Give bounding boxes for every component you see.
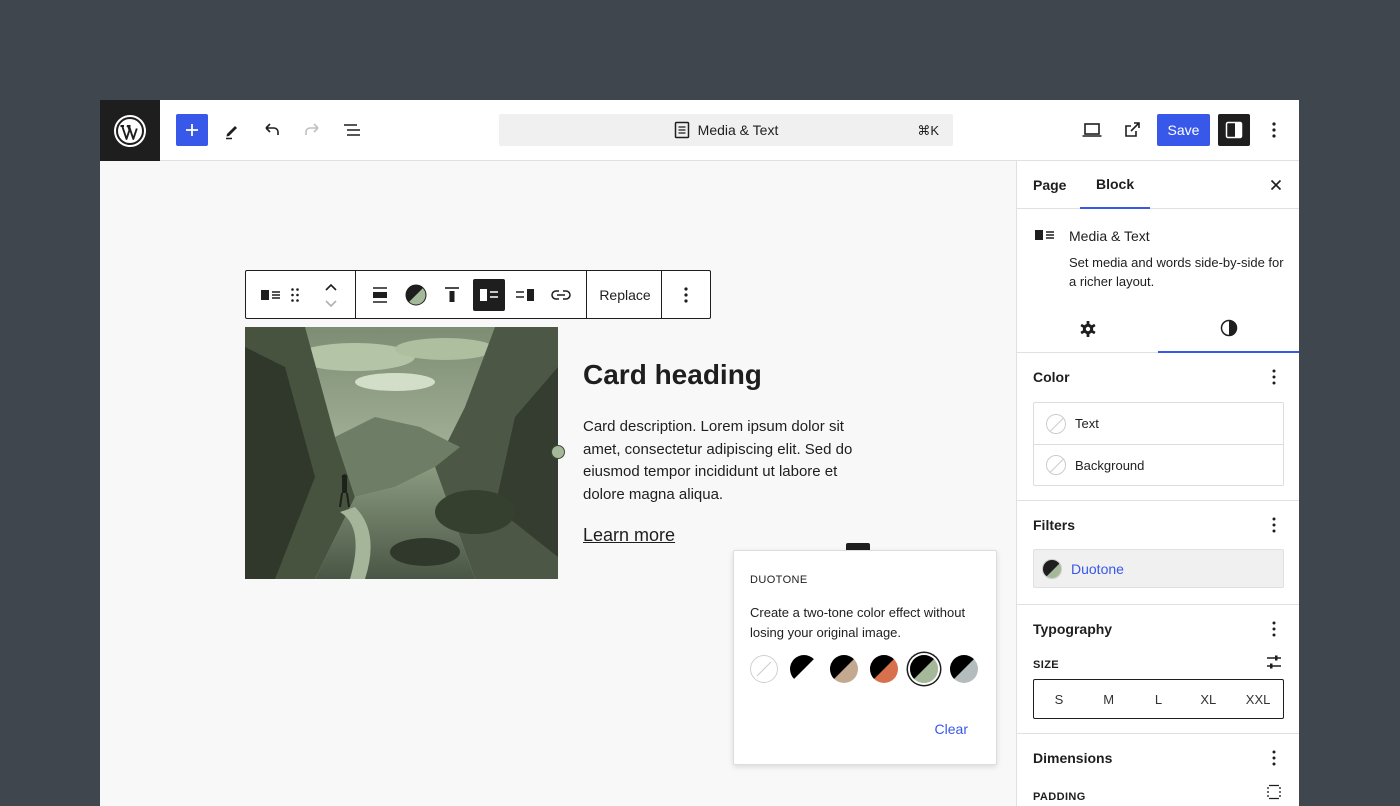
duotone-swatch-dark-orange[interactable] [870,655,898,683]
dimensions-panel-title: Dimensions [1033,750,1113,766]
move-up-down-icon[interactable] [315,277,347,313]
block-card: Media & Text Set media and words side-by… [1017,209,1299,353]
more-options-icon[interactable] [1258,114,1290,146]
learn-more-link[interactable]: Learn more [583,525,675,546]
align-icon[interactable] [364,279,396,311]
media-right-icon[interactable] [509,279,541,311]
media-text-icon [1034,228,1056,247]
duotone-swatch-none[interactable] [750,655,778,683]
filters-panel-title: Filters [1033,517,1076,533]
font-size-option[interactable]: M [1084,680,1134,718]
tab-block[interactable]: Block [1080,161,1151,209]
toolbar-separator [355,271,356,318]
color-item-label: Background [1075,457,1145,473]
styles-subtab-icon[interactable] [1158,305,1299,353]
block-title: Media & Text [1069,228,1150,244]
duotone-swatch-dark-grey[interactable] [950,655,978,683]
wordpress-logo-icon[interactable] [100,100,160,161]
duotone-swatch-dark-white[interactable] [790,655,818,683]
duotone-title: DUOTONE [750,574,808,586]
more-options-icon[interactable] [1262,513,1286,537]
external-view-icon[interactable] [1116,114,1148,146]
more-options-icon[interactable] [1262,617,1286,641]
more-options-icon[interactable] [1262,746,1286,770]
toolbar-separator [586,271,587,318]
filters-panel: Filters Duotone [1017,501,1299,605]
font-size-picker: S M L XL XXL [1033,679,1284,719]
top-toolbar: Media & Text ⌘K Save [100,100,1299,161]
sidebar-tabs: Page Block [1017,161,1299,209]
undo-icon[interactable] [256,114,288,146]
command-palette-bar[interactable]: Media & Text ⌘K [499,114,953,146]
duotone-description: Create a two-tone color effect without l… [750,605,966,640]
tab-page[interactable]: Page [1017,161,1082,209]
settings-sidebar: Page Block Media & Text Set media and wo… [1016,161,1299,806]
duotone-filter-icon[interactable] [400,279,432,311]
link-icon[interactable] [545,279,577,311]
device-preview-icon[interactable] [1076,114,1108,146]
command-title: Media & Text [697,122,779,138]
duotone-filter-item[interactable]: Duotone [1033,549,1284,588]
empty-color-icon [1046,455,1066,475]
editor-window: Media & Text ⌘K Save Replace Card headin… [100,100,1299,806]
duotone-label: Duotone [1071,560,1124,577]
command-shortcut: ⌘K [917,123,939,138]
typography-panel-title: Typography [1033,621,1113,637]
document-icon [674,121,690,139]
color-list: Text Background [1033,402,1284,486]
duotone-swatches [750,655,978,683]
duotone-indicator-icon [1042,558,1062,579]
save-button[interactable]: Save [1157,114,1210,146]
dimensions-panel: Dimensions PADDING [1017,734,1299,806]
font-size-option[interactable]: XL [1183,680,1233,718]
drag-handle-icon[interactable] [285,279,305,311]
duotone-popover: DUOTONE Create a two-tone color effect w… [733,550,997,765]
block-options-icon[interactable] [670,279,702,311]
padding-label: PADDING [1033,791,1086,803]
card-heading[interactable]: Card heading [583,359,762,391]
duotone-swatch-dark-tan[interactable] [830,655,858,683]
padding-sides-icon[interactable] [1266,784,1282,805]
vertical-align-top-icon[interactable] [436,279,468,311]
list-view-icon[interactable] [336,114,368,146]
custom-size-icon[interactable] [1266,654,1282,675]
clear-button[interactable]: Clear [935,721,968,737]
color-panel-title: Color [1033,369,1070,385]
close-icon[interactable] [1266,175,1286,195]
block-toolbar: Replace [245,270,711,319]
replace-button[interactable]: Replace [588,271,662,318]
typography-panel: Typography SIZE S M L XL XXL [1017,605,1299,734]
duotone-swatch-dark-sage[interactable] [910,655,938,683]
card-description[interactable]: Card description. Lorem ipsum dolor sit … [583,416,853,506]
media-text-block-icon[interactable] [255,279,287,311]
settings-sidebar-icon[interactable] [1218,114,1250,146]
settings-subtab-icon[interactable] [1017,305,1158,353]
add-block-button[interactable] [176,114,208,146]
redo-icon[interactable] [296,114,328,146]
media-image[interactable] [245,327,558,579]
font-size-option[interactable]: XXL [1233,680,1283,718]
color-item-background[interactable]: Background [1034,444,1283,485]
size-label: SIZE [1033,659,1060,671]
edit-tool-icon[interactable] [216,114,248,146]
font-size-option[interactable]: S [1034,680,1084,718]
color-item-text[interactable]: Text [1034,403,1283,444]
block-description: Set media and words side-by-side for a r… [1069,255,1284,289]
media-resize-handle[interactable] [551,445,565,459]
more-options-icon[interactable] [1262,365,1286,389]
font-size-option[interactable]: L [1134,680,1184,718]
empty-color-icon [1046,413,1066,434]
media-left-icon[interactable] [473,279,505,311]
color-item-label: Text [1075,416,1099,431]
toolbar-separator [661,271,662,318]
color-panel: Color Text Background [1017,353,1299,501]
